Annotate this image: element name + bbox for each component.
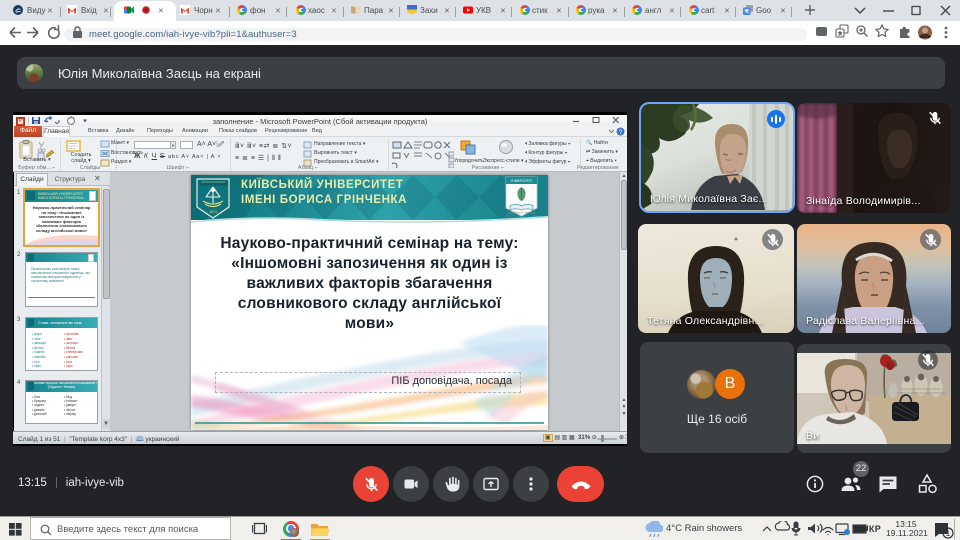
svg-text:1: 1 — [946, 529, 951, 538]
svg-text:імені Бориса Грінченка: імені Бориса Грінченка — [508, 211, 536, 215]
svg-text:УНІВЕРСИТЕТ: УНІВЕРСИТЕТ — [510, 179, 532, 183]
